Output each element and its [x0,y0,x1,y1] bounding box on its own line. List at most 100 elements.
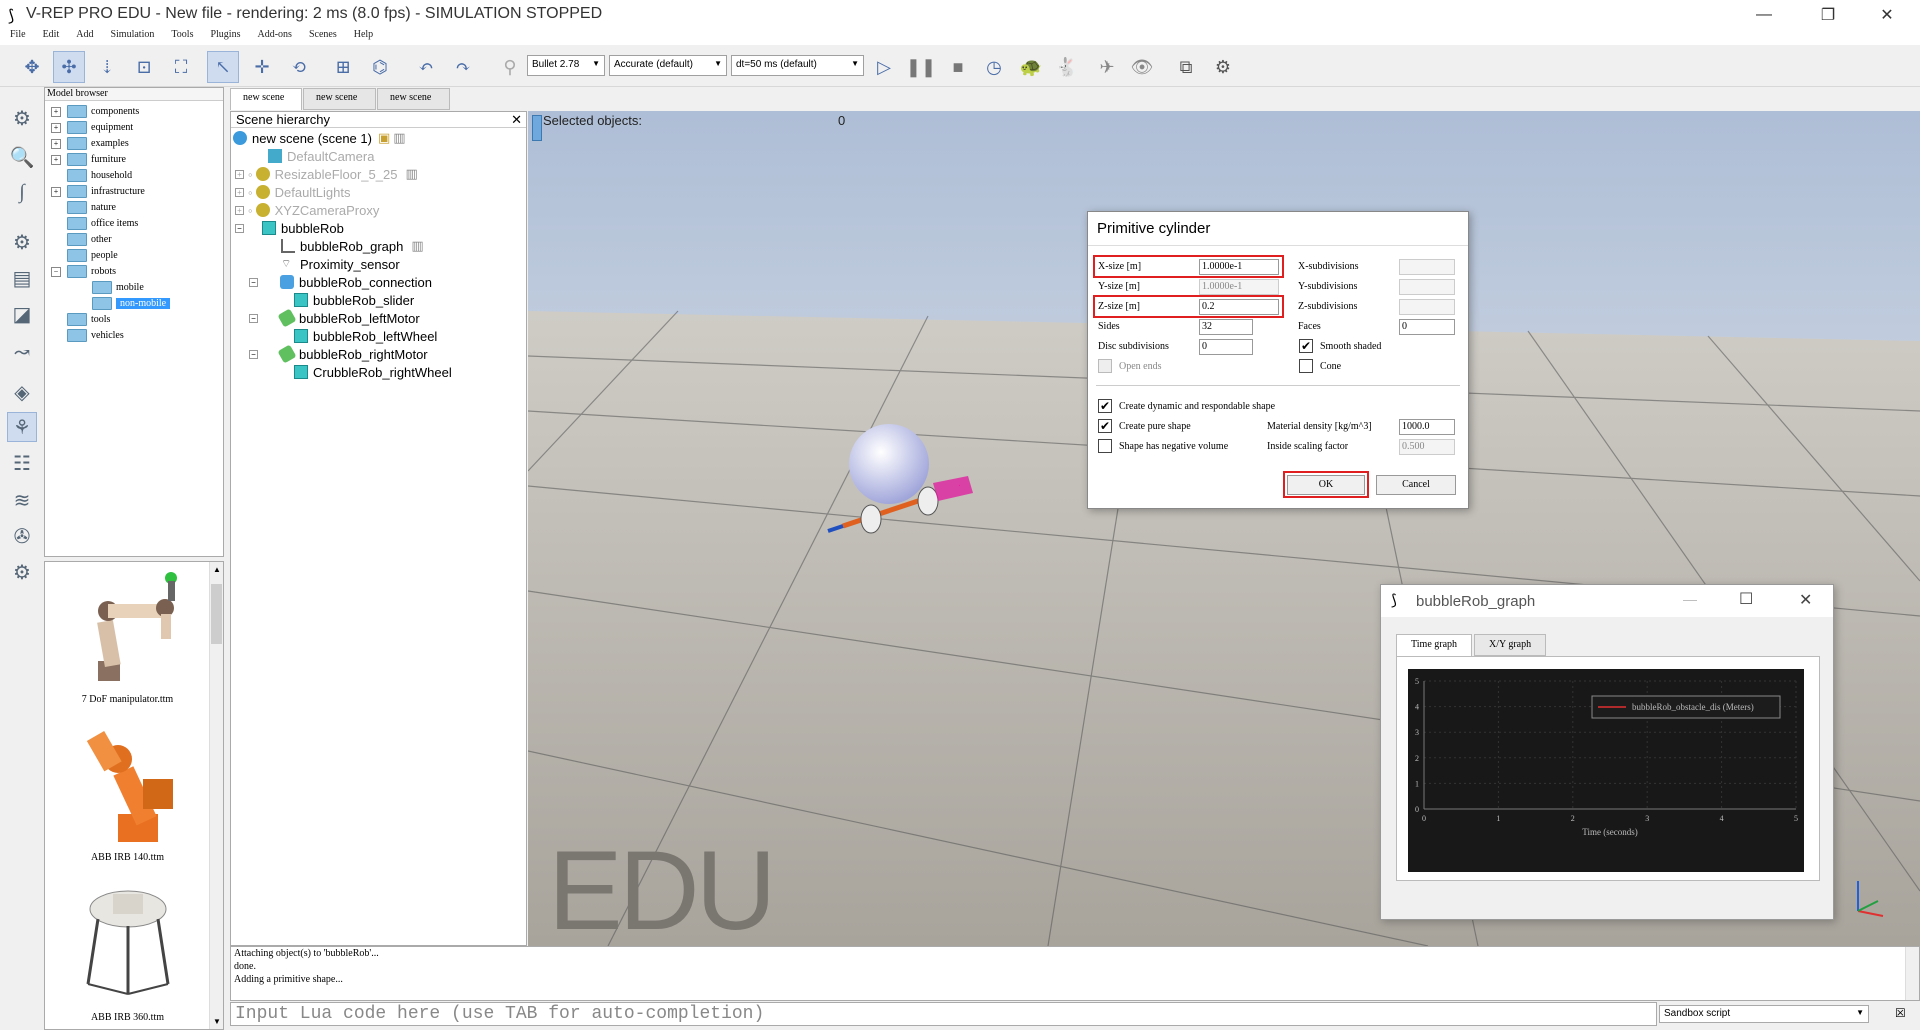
menu-addons[interactable]: Add-ons [257,29,291,45]
hierarchy-item-cameraproxy[interactable]: + ◦ XYZCameraProxy [235,201,379,219]
xsubdivisions-input[interactable] [1399,259,1455,275]
accuracy-select[interactable]: Accurate (default) ▼ [609,55,727,76]
close-icon[interactable]: ✕ [511,112,522,128]
cone-checkbox[interactable] [1299,359,1313,373]
model-folder-infrastructure[interactable]: + infrastructure [51,184,145,199]
ysize-input[interactable]: 1.0000e-1 [1199,279,1279,295]
hierarchy-item-rightmotor[interactable]: − bubbleRob_rightMotor [249,344,428,364]
video-icon[interactable]: ✇ [7,521,37,551]
simulation-settings-icon[interactable]: ⚙ [7,103,37,133]
model-folder-examples[interactable]: + examples [51,136,129,151]
view-selector[interactable] [532,115,542,141]
engine-select[interactable]: Bullet 2.78 ▼ [527,55,605,76]
model-folder-nature[interactable]: nature [67,200,116,215]
model-folder-equipment[interactable]: + equipment [51,120,133,135]
script-icon[interactable]: ▤ [7,263,37,293]
model-folder-tools[interactable]: tools [67,312,110,327]
timestep-select[interactable]: dt=50 ms (default) ▼ [731,55,864,76]
model-thumb-abb-140[interactable]: ABB IRB 140.ttm [55,724,200,863]
close-icon[interactable]: ☒ [1895,1006,1906,1020]
model-folder-robots[interactable]: − robots [51,264,116,279]
hierarchy-item-leftwheel[interactable]: bubbleRob_leftWheel [294,327,437,345]
scene-tab-2[interactable]: new scene [303,88,376,110]
layers-icon[interactable]: ≋ [7,485,37,515]
camera-angle-icon[interactable]: ⊡ [128,51,160,83]
zsize-input[interactable]: 0.2 [1199,299,1279,315]
smooth-shaded-checkbox[interactable]: ✔ [1299,339,1313,353]
object-rotate-icon[interactable]: ⟲ [283,51,315,83]
tab-time-graph[interactable]: Time graph [1396,634,1473,656]
console-scrollbar[interactable] [1905,947,1919,1000]
scene-tab-1[interactable]: new scene [230,88,302,110]
camera-shift-icon[interactable]: ⇣ [91,51,123,83]
zsubdivisions-input[interactable] [1399,299,1455,315]
camera-pan-icon[interactable]: ✥ [16,51,48,83]
redo-icon[interactable]: ↷ [447,51,479,83]
hierarchy-item-floor[interactable]: + ◦ ResizableFloor_5_25 ▥ [235,165,418,183]
time-graph-plot[interactable]: 0 1 2 3 4 5 0 1 2 3 4 5 Time (seconds) bubbleRob_obst… [1408,669,1804,872]
model-folder-vehicles[interactable]: vehicles [67,328,124,343]
maximize-button[interactable]: ☐ [1739,589,1753,609]
menu-scenes[interactable]: Scenes [309,29,337,45]
model-folder-people[interactable]: people [67,248,118,263]
pure-shape-checkbox[interactable]: ✔ [1098,419,1112,433]
click-select-icon[interactable]: ↖ [207,51,239,83]
hierarchy-item-camera[interactable]: DefaultCamera [268,147,374,165]
slower-icon[interactable]: 🐢 [1015,51,1047,83]
pause-icon[interactable]: ❚❚ [905,51,937,83]
hierarchy-item-bubblerob[interactable]: − bubbleRob [235,219,344,237]
model-thumb-7dof[interactable]: 7 DoF manipulator.ttm [55,566,200,705]
visualization-icon[interactable]: 👁 [1126,51,1158,83]
sides-input[interactable]: 32 [1199,319,1253,335]
menu-file[interactable]: File [10,29,26,45]
menu-edit[interactable]: Edit [43,29,60,45]
hierarchy-item-connection[interactable]: − bubbleRob_connection [249,273,432,291]
scene-tab-3[interactable]: new scene [377,88,450,110]
realtime-icon[interactable]: ◷ [978,51,1010,83]
scaling-factor-input[interactable]: 0.500 [1399,439,1455,455]
fit-to-view-icon[interactable]: ⛶ [165,51,197,83]
model-folder-office-items[interactable]: office items [67,216,138,231]
tab-xy-graph[interactable]: X/Y graph [1474,634,1547,656]
model-folder-furniture[interactable]: + furniture [51,152,126,167]
page-icon[interactable]: ⚙ [1207,51,1239,83]
menu-add[interactable]: Add [76,29,93,45]
path-edit-icon[interactable]: ↝ [7,337,37,367]
density-input[interactable]: 1000.0 [1399,419,1455,435]
cancel-button[interactable]: Cancel [1376,475,1456,495]
menu-tools[interactable]: Tools [171,29,193,45]
search-icon[interactable]: 🔍 [7,142,37,172]
close-button[interactable]: ✕ [1864,0,1910,30]
model-folder-components[interactable]: + components [51,104,139,119]
dynamics-icon[interactable]: ⚲ [494,51,526,83]
assemble-icon[interactable]: ⊞ [327,51,359,83]
hierarchy-item-rightwheel[interactable]: CrubbleRob_rightWheel [294,363,452,381]
open-ends-checkbox[interactable] [1098,359,1112,373]
hierarchy-item-graph[interactable]: bubbleRob_graph ▥ [281,237,424,255]
lua-command-input[interactable]: Input Lua code here (use TAB for auto-co… [230,1002,1657,1026]
menu-simulation[interactable]: Simulation [110,29,154,45]
model-folder-non-mobile[interactable]: non-mobile [92,296,171,311]
camera-rotate-icon[interactable]: ✣ [53,51,85,83]
math-icon[interactable]: ∫ [7,177,37,207]
shape-edit-icon[interactable]: ◪ [7,299,37,329]
minimize-button[interactable]: — [1741,0,1787,30]
model-folder-household[interactable]: household [67,168,132,183]
script-selector[interactable]: Sandbox script ▼ [1659,1005,1869,1023]
dynamic-shape-checkbox[interactable]: ✔ [1098,399,1112,413]
play-icon[interactable]: ▷ [868,51,900,83]
minimize-button[interactable]: — [1683,591,1697,607]
thumbnail-scrollbar[interactable]: ▲ ▼ [209,562,223,1029]
hierarchy-item-sensor[interactable]: ⌔ Proximity_sensor [281,255,400,273]
hierarchy-item-slider[interactable]: bubbleRob_slider [294,291,414,309]
negative-volume-checkbox[interactable] [1098,439,1112,453]
thread-icon[interactable]: ✈ [1091,51,1123,83]
maximize-button[interactable]: ❐ [1805,0,1851,30]
stop-icon[interactable]: ■ [942,51,974,83]
hierarchy-item-lights[interactable]: + ◦ DefaultLights [235,183,351,201]
undo-icon[interactable]: ↶ [410,51,442,83]
calc-icon[interactable]: ⚙ [7,227,37,257]
hierarchy-icon[interactable]: ☷ [7,448,37,478]
scene-icon[interactable]: ⧉ [1170,51,1202,83]
menu-plugins[interactable]: Plugins [210,29,240,45]
